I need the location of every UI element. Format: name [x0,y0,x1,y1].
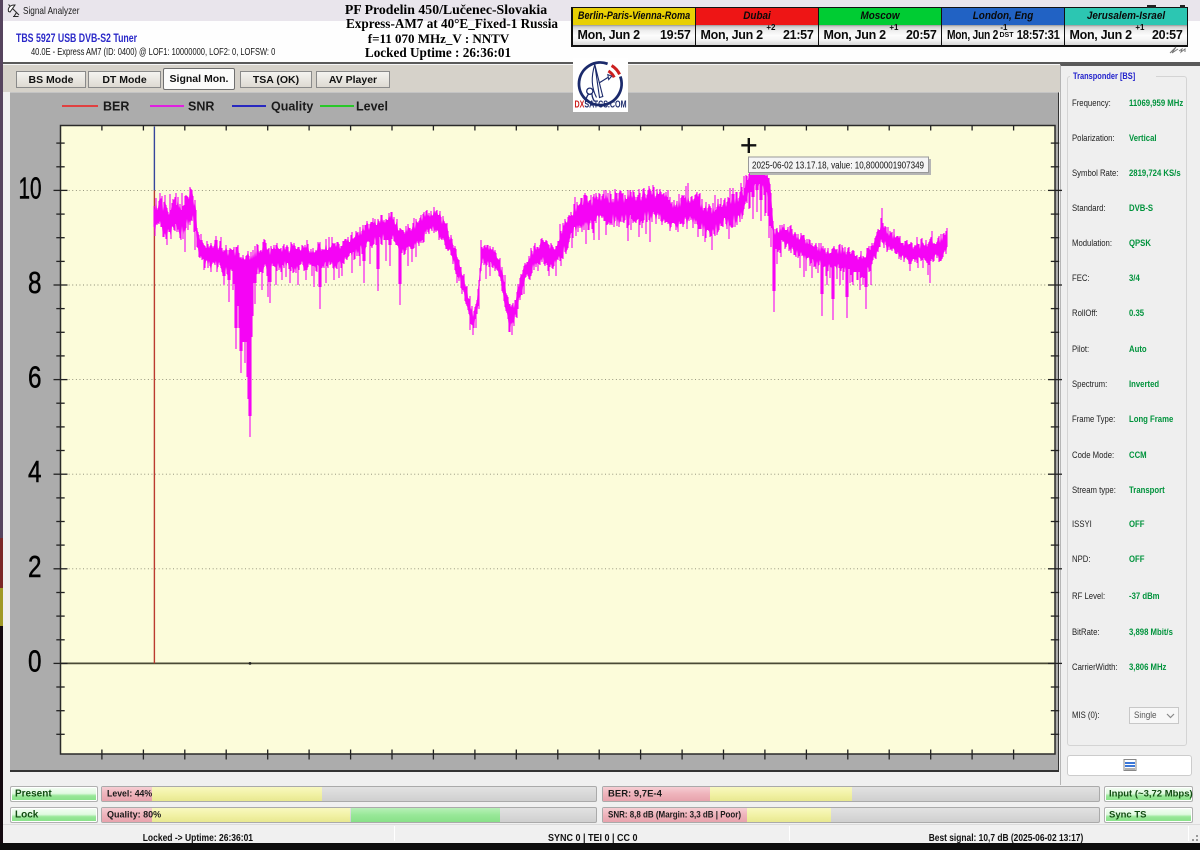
svg-text:Quality: Quality [271,100,313,114]
svg-text:2025-06-02 13.17.18, value: 10: 2025-06-02 13.17.18, value: 10,800000190… [752,160,924,172]
svg-text:0: 0 [28,643,42,678]
svg-text:DXSATCS.COM: DXSATCS.COM [575,100,627,111]
svg-text:8: 8 [28,265,42,300]
svg-text:10: 10 [19,170,42,205]
svg-text:4: 4 [28,454,42,489]
svg-text:BER: BER [103,100,129,114]
svg-text:SNR: SNR [188,100,214,114]
svg-text:Level: Level [356,100,388,114]
svg-text:2: 2 [28,549,42,584]
svg-text:6: 6 [28,360,42,395]
